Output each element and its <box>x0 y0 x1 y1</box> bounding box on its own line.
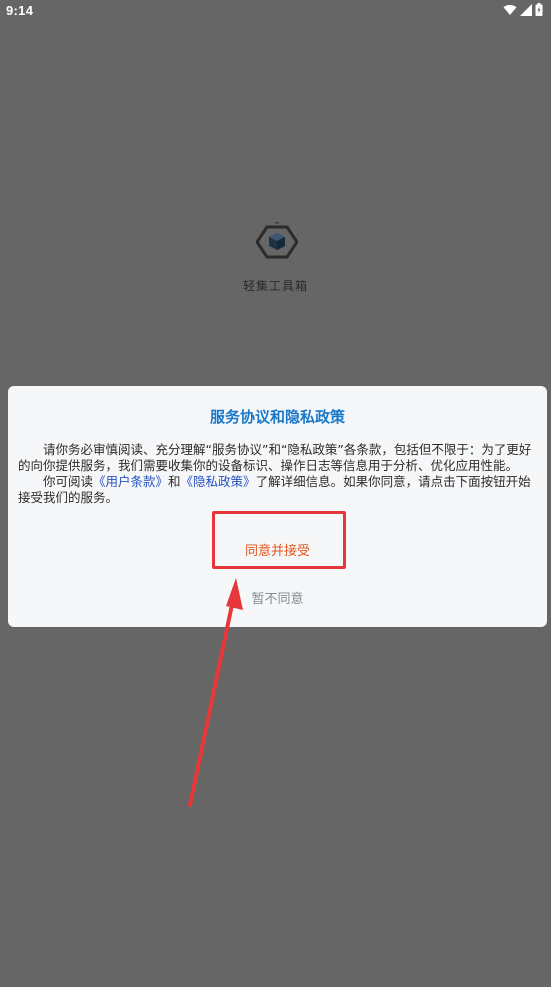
privacy-dialog: 服务协议和隐私政策 请你务必审慎阅读、充分理解“服务协议”和“隐私政策”各条款，… <box>8 386 547 627</box>
dialog-title: 服务协议和隐私政策 <box>209 408 345 426</box>
app-name: 轻集工具箱 <box>242 279 308 293</box>
battery-icon <box>535 3 543 16</box>
annotation-highlight-box <box>212 511 346 569</box>
dialog-paragraph-1: 请你务必审慎阅读、充分理解“服务协议”和“隐私政策”各条款，包括但不限于：为了更… <box>18 442 532 473</box>
status-time: 9:14 <box>6 3 34 18</box>
privacy-policy-link[interactable]: 《隐私政策》 <box>181 474 256 489</box>
paragraph2-and: 和 <box>168 474 181 489</box>
paragraph2-prefix: 你可阅读 <box>43 474 94 489</box>
wifi-icon <box>503 4 517 15</box>
dialog-paragraph-2: 你可阅读《用户条款》和《隐私政策》了解详细信息。如果你同意，请点击下面按钮开始接… <box>18 474 541 506</box>
cube-hexagon-logo-icon <box>256 222 298 259</box>
cellular-signal-icon <box>520 3 532 16</box>
status-icons <box>503 3 543 16</box>
decline-button[interactable]: 暂不同意 <box>8 588 547 607</box>
dialog-body: 请你务必审慎阅读、充分理解“服务协议”和“隐私政策”各条款，包括但不限于：为了更… <box>18 442 541 506</box>
user-terms-link[interactable]: 《用户条款》 <box>93 474 168 489</box>
status-bar: 9:14 <box>0 0 551 24</box>
